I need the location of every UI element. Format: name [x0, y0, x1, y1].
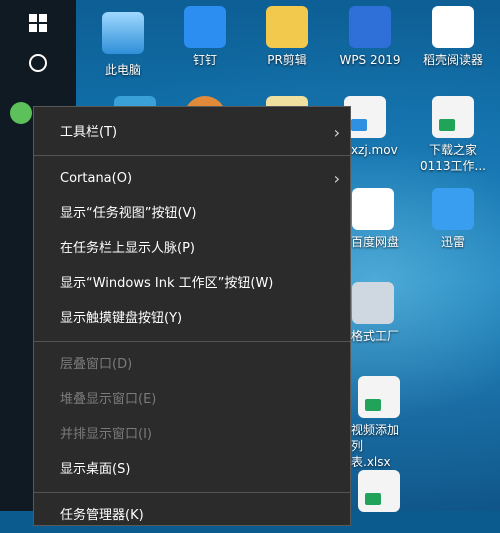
menu-item-cascade-windows: 层叠窗口(D) — [34, 347, 350, 382]
menu-item-show-people[interactable]: 在任务栏上显示人脉(P) — [34, 231, 350, 266]
menu-item-task-manager[interactable]: 任务管理器(K) — [34, 498, 350, 533]
desktop-icon-this-pc[interactable]: 此电脑 — [78, 6, 168, 78]
daoke-reader-icon — [432, 6, 474, 48]
computer-icon — [102, 12, 144, 54]
icon-label: PR剪辑 — [267, 53, 307, 67]
menu-item-label: 工具栏(T) — [60, 125, 118, 140]
menu-item-label: 层叠窗口(D) — [60, 357, 133, 372]
windows-logo-icon — [29, 14, 47, 32]
sheet-file-icon — [358, 470, 400, 512]
menu-item-show-windows-ink[interactable]: 显示“Windows Ink 工作区”按钮(W) — [34, 266, 350, 301]
menu-separator — [34, 492, 350, 493]
sheet-file-icon — [358, 376, 400, 418]
desktop-icon-daoke-reader[interactable]: 稻壳阅读器 — [408, 6, 498, 68]
menu-item-side-by-side-windows: 并排显示窗口(I) — [34, 417, 350, 452]
icon-label: 稻壳阅读器 — [422, 53, 483, 67]
menu-item-label: 并排显示窗口(I) — [60, 427, 152, 442]
cortana-icon — [29, 54, 47, 72]
desktop-icon-pr-folder[interactable]: PR剪辑 — [242, 6, 332, 68]
icon-label: WPS 2019 — [339, 53, 401, 67]
menu-separator — [34, 155, 350, 156]
app-icon — [10, 102, 32, 124]
menu-item-label: 堆叠显示窗口(E) — [60, 392, 157, 407]
desktop-icon-dingtalk[interactable]: 钉钉 — [160, 6, 250, 68]
submenu-arrow-icon: › — [333, 123, 340, 142]
icon-label: 迅雷 — [440, 235, 465, 249]
menu-item-show-task-view[interactable]: 显示“任务视图”按钮(V) — [34, 196, 350, 231]
desktop-icon-xiazaizhijia[interactable]: 下载之家 0113工作... — [408, 96, 498, 174]
menu-item-label: 显示“Windows Ink 工作区”按钮(W) — [60, 276, 274, 291]
sheet-file-icon — [432, 96, 474, 138]
menu-item-cortana[interactable]: Cortana(O) › — [34, 161, 350, 196]
menu-item-label: 在任务栏上显示人脉(P) — [60, 241, 195, 256]
wps-icon — [349, 6, 391, 48]
menu-item-show-desktop[interactable]: 显示桌面(S) — [34, 452, 350, 487]
menu-separator — [34, 341, 350, 342]
menu-item-label: 显示触摸键盘按钮(Y) — [60, 311, 183, 326]
menu-item-label: Cortana(O) — [60, 171, 133, 186]
icon-label: 钉钉 — [192, 53, 217, 67]
icon-label: 此电脑 — [104, 63, 141, 77]
menu-item-show-touch-keyboard[interactable]: 显示触摸键盘按钮(Y) — [34, 301, 350, 336]
icon-label: 0113工作... — [420, 159, 486, 173]
cortana-button[interactable] — [0, 40, 76, 86]
submenu-arrow-icon: › — [333, 169, 340, 188]
icon-label: 下载之家 — [428, 143, 477, 157]
dingtalk-icon — [184, 6, 226, 48]
menu-item-label: 显示“任务视图”按钮(V) — [60, 206, 197, 221]
baidu-netdisk-icon — [352, 188, 394, 230]
desktop-icon-wps[interactable]: WPS 2019 — [325, 6, 415, 68]
menu-item-stacked-windows: 堆叠显示窗口(E) — [34, 382, 350, 417]
menu-item-label: 任务管理器(K) — [60, 508, 144, 523]
taskbar-context-menu: 工具栏(T) › Cortana(O) › 显示“任务视图”按钮(V) 在任务栏… — [33, 106, 351, 526]
menu-item-toolbars[interactable]: 工具栏(T) › — [34, 115, 350, 150]
format-factory-icon — [352, 282, 394, 324]
menu-item-label: 显示桌面(S) — [60, 462, 131, 477]
xunlei-icon — [432, 188, 474, 230]
desktop-icon-xunlei[interactable]: 迅雷 — [408, 188, 498, 250]
pr-folder-icon — [266, 6, 308, 48]
